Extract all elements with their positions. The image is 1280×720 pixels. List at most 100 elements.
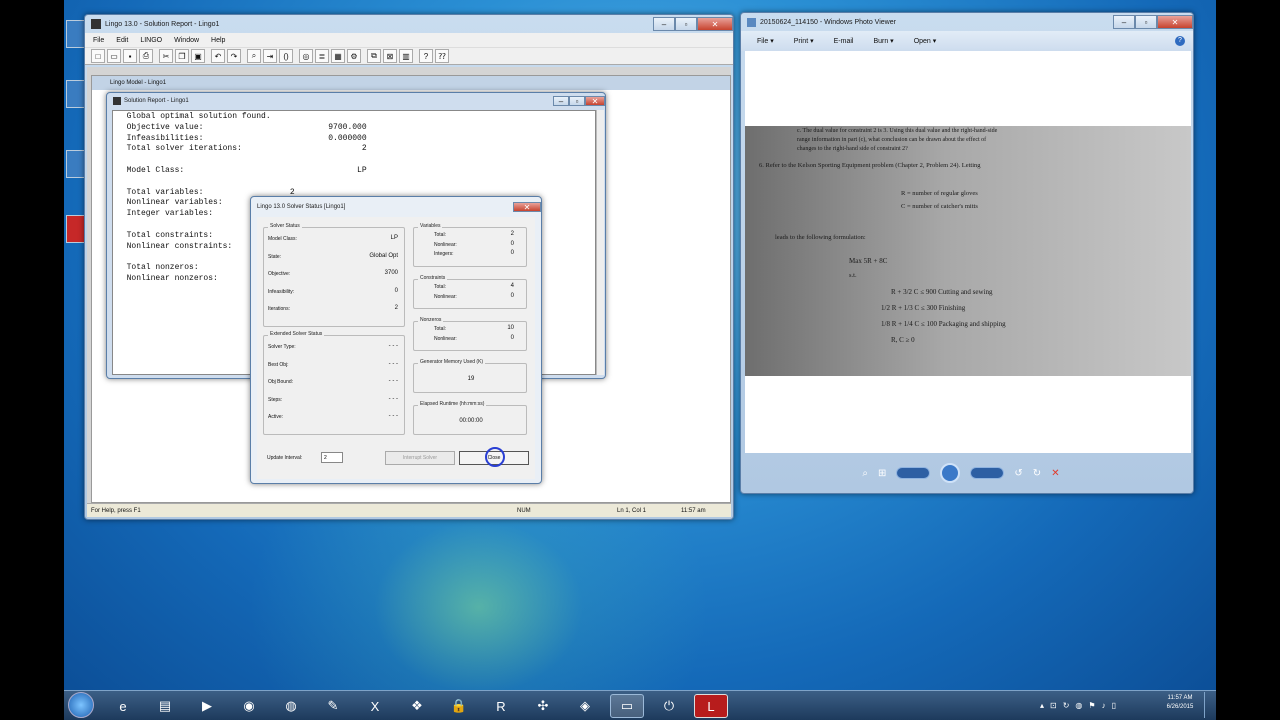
photo-titlebar[interactable]: 20150624_114150 - Windows Photo Viewer –… (741, 13, 1193, 31)
disk-icon[interactable]: ◈ (568, 694, 602, 718)
desktop-icon[interactable] (66, 20, 86, 48)
menu-window[interactable]: Window (174, 37, 199, 44)
context-help-icon[interactable]: ⁇ (435, 49, 449, 63)
cut-icon[interactable]: ✂ (159, 49, 173, 63)
field-value: 10 (507, 325, 514, 331)
photo-menu-print[interactable]: Print ▾ (794, 37, 814, 45)
dropbox-icon[interactable]: ❖ (400, 694, 434, 718)
photo-controls: ⌕ ⊞ ↺ ↻ ✕ (831, 461, 1091, 485)
options-icon[interactable]: ⚙ (347, 49, 361, 63)
memory-group: Generator Memory Used (K) 19 (413, 359, 527, 393)
desktop-icon[interactable] (66, 80, 86, 108)
desktop-icon[interactable] (66, 150, 86, 178)
desktop-icon[interactable] (66, 215, 86, 243)
lingo-icon[interactable]: L (694, 694, 728, 718)
find-icon[interactable]: ⌕ (247, 49, 261, 63)
paste-icon[interactable]: ▣ (191, 49, 205, 63)
tray-arrow-icon[interactable]: ▴ (1040, 701, 1044, 710)
tray-sync-icon[interactable]: ↻ (1063, 701, 1070, 710)
next-button[interactable] (970, 467, 1005, 479)
actual-size-icon[interactable]: ⊞ (878, 468, 886, 479)
report-scrollbar[interactable] (596, 110, 604, 375)
photo-menu-open[interactable]: Open ▾ (914, 37, 937, 45)
explorer-icon[interactable]: ▤ (148, 694, 182, 718)
photo-help-icon[interactable]: ? (1175, 36, 1185, 46)
close-button[interactable]: ✕ (697, 17, 733, 31)
previous-button[interactable] (896, 467, 931, 479)
save-icon[interactable]: ▪ (123, 49, 137, 63)
report-titlebar[interactable]: Solution Report - Lingo1 – ▫ ✕ (107, 93, 605, 109)
solve-icon[interactable]: ◎ (299, 49, 313, 63)
send-back-icon[interactable]: ⧉ (367, 49, 381, 63)
photo-image[interactable]: c. The dual value for constraint 2 is 3.… (745, 126, 1191, 376)
update-interval-input[interactable] (321, 452, 343, 463)
redo-icon[interactable]: ↷ (227, 49, 241, 63)
help-icon[interactable]: ? (419, 49, 433, 63)
tray-power-icon[interactable]: ▯ (1112, 701, 1116, 710)
menu-file[interactable]: File (93, 37, 104, 44)
clock[interactable]: 11:57 AM 6/26/2015 (1160, 694, 1200, 716)
lingo-titlebar[interactable]: Lingo 13.0 - Solution Report - Lingo1 – … (85, 15, 733, 33)
excel-icon[interactable]: X (358, 694, 392, 718)
undo-icon[interactable]: ↶ (211, 49, 225, 63)
tray-shield-icon[interactable]: ◍ (1075, 701, 1082, 710)
lock-app-icon[interactable]: 🔒 (442, 694, 476, 718)
paint-icon[interactable]: ✎ (316, 694, 350, 718)
delete-icon[interactable]: ✕ (1051, 468, 1059, 479)
variables-group: Variables Total: 2 Nonlinear: 0 Integers: 0 (413, 223, 527, 267)
lingo-toolbar: □ ▭ ▪ ⎙ ✂ ❐ ▣ ↶ ↷ ⌕ ⇥ () ◎ ≣ ▦ ⚙ ⧉ ⊠ ▥ ?… (85, 47, 733, 65)
menu-edit[interactable]: Edit (116, 37, 128, 44)
network-app-icon[interactable]: ✣ (526, 694, 560, 718)
ie-icon[interactable]: e (106, 694, 140, 718)
r-icon[interactable]: R (484, 694, 518, 718)
field-label: Total: (434, 326, 446, 332)
menu-lingo[interactable]: LINGO (140, 37, 162, 44)
field-label: Integers: (434, 251, 454, 257)
clock-date: 6/26/2015 (1166, 704, 1194, 710)
power-icon[interactable]: ⏻ (652, 694, 686, 718)
report-minimize-button[interactable]: – (553, 96, 569, 106)
start-button[interactable] (68, 692, 94, 718)
rotate-right-icon[interactable]: ↻ (1033, 468, 1041, 479)
report-maximize-button[interactable]: ▫ (569, 96, 585, 106)
goto-icon[interactable]: ⇥ (263, 49, 277, 63)
photo-title: 20150624_114150 - Windows Photo Viewer (760, 18, 896, 26)
zoom-icon[interactable]: ⌕ (862, 468, 868, 479)
solver-close-x-button[interactable]: ✕ (513, 202, 541, 212)
tray-volume-icon[interactable]: ♪ (1102, 701, 1106, 710)
photo-maximize-button[interactable]: ▫ (1135, 15, 1157, 29)
tile-icon[interactable]: ▥ (399, 49, 413, 63)
match-paren-icon[interactable]: () (279, 49, 293, 63)
photo-close-button[interactable]: ✕ (1157, 15, 1193, 29)
print-icon[interactable]: ⎙ (139, 49, 153, 63)
interrupt-solver-button[interactable]: Interrupt Solver (385, 451, 455, 465)
new-icon[interactable]: □ (91, 49, 105, 63)
photo-menu-email[interactable]: E-mail (834, 38, 854, 45)
firefox-icon[interactable]: ◍ (274, 694, 308, 718)
menu-help[interactable]: Help (211, 37, 225, 44)
solver-titlebar[interactable]: Lingo 13.0 Solver Status [Lingo1] ✕ (251, 197, 541, 217)
solution-icon[interactable]: ≣ (315, 49, 329, 63)
report-close-button[interactable]: ✕ (585, 96, 605, 106)
photo-viewer-icon[interactable]: ▭ (610, 694, 644, 718)
tray-flag-icon[interactable]: ⚑ (1088, 701, 1095, 710)
memory-value: 19 (467, 376, 475, 382)
doc-nonneg: R, C ≥ 0 (891, 336, 915, 344)
show-desktop-button[interactable] (1204, 692, 1214, 718)
matrix-icon[interactable]: ▦ (331, 49, 345, 63)
rotate-left-icon[interactable]: ↺ (1014, 468, 1022, 479)
copy-icon[interactable]: ❐ (175, 49, 189, 63)
photo-minimize-button[interactable]: – (1113, 15, 1135, 29)
photo-menu-burn[interactable]: Burn ▾ (873, 37, 893, 45)
tray-network-icon[interactable]: ⊡ (1050, 701, 1057, 710)
maximize-button[interactable]: ▫ (675, 17, 697, 31)
close-all-icon[interactable]: ⊠ (383, 49, 397, 63)
constraints-group: Constraints Total: 4 Nonlinear: 0 (413, 275, 527, 309)
media-player-icon[interactable]: ▶ (190, 694, 224, 718)
chrome-icon[interactable]: ◉ (232, 694, 266, 718)
model-titlebar[interactable]: Lingo Model - Lingo1 (92, 76, 730, 90)
minimize-button[interactable]: – (653, 17, 675, 31)
photo-menu-file[interactable]: File ▾ (757, 37, 774, 45)
slideshow-button[interactable] (940, 463, 961, 483)
open-icon[interactable]: ▭ (107, 49, 121, 63)
